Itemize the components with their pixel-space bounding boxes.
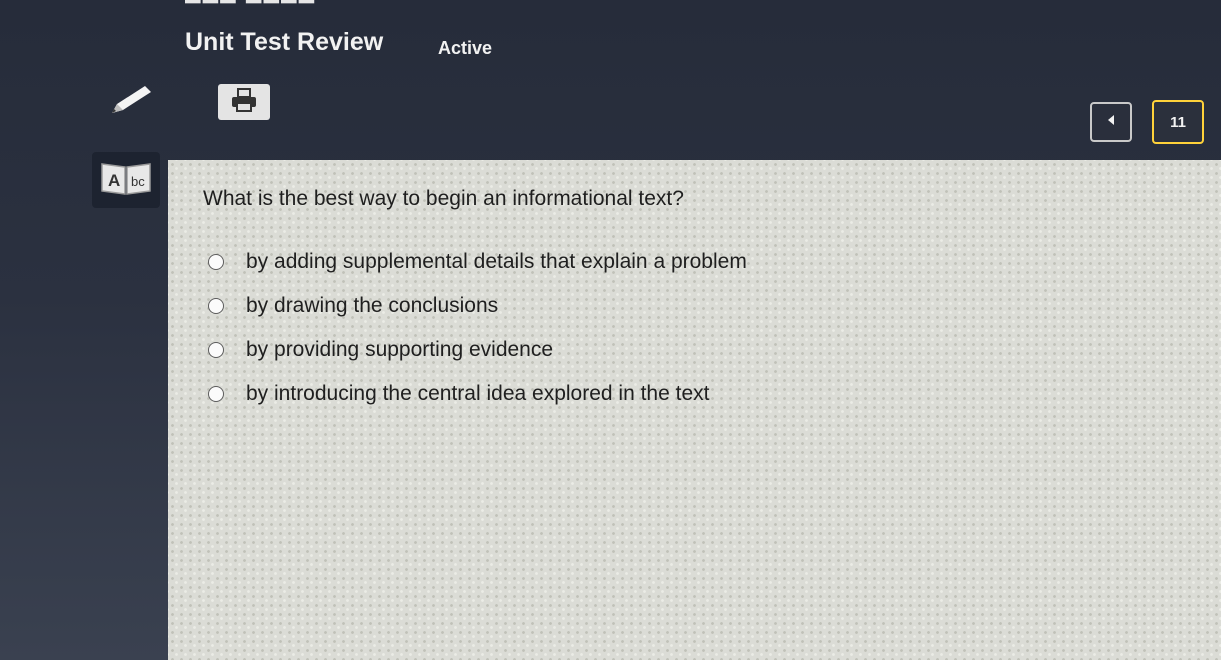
radio-button[interactable] bbox=[208, 254, 224, 270]
printer-icon bbox=[229, 87, 259, 118]
pencil-icon bbox=[105, 82, 157, 123]
reader-letter-lower: bc bbox=[131, 174, 145, 189]
choice-label: by adding supplemental details that expl… bbox=[246, 250, 747, 273]
answer-choice[interactable]: by drawing the conclusions bbox=[208, 284, 747, 328]
radio-button[interactable] bbox=[208, 386, 224, 402]
status-label: Active bbox=[438, 38, 493, 58]
question-number-button[interactable]: 11 bbox=[1152, 100, 1204, 144]
text-reader-button[interactable]: A bc bbox=[92, 152, 160, 208]
answer-choice[interactable]: by providing supporting evidence bbox=[208, 328, 747, 372]
choice-label: by providing supporting evidence bbox=[246, 338, 554, 361]
question-text: What is the best way to begin an informa… bbox=[203, 187, 684, 210]
choice-label: by introducing the central idea explored… bbox=[246, 382, 710, 405]
answer-choice[interactable]: by adding supplemental details that expl… bbox=[208, 240, 747, 284]
choice-label: by drawing the conclusions bbox=[246, 294, 499, 317]
reader-letter-upper: A bbox=[108, 171, 120, 190]
text-reader-icon: A bc bbox=[98, 158, 154, 203]
question-panel: What is the best way to begin an informa… bbox=[168, 160, 1221, 660]
answer-choices: by adding supplemental details that expl… bbox=[208, 240, 747, 416]
cropped-heading: ▀▀▀ ▀▀▀▀ bbox=[185, 0, 365, 6]
radio-button[interactable] bbox=[208, 342, 224, 358]
print-button[interactable] bbox=[218, 84, 270, 120]
radio-button[interactable] bbox=[208, 298, 224, 314]
page-title: Unit Test Review bbox=[185, 28, 384, 56]
answer-choice[interactable]: by introducing the central idea explored… bbox=[208, 372, 747, 416]
caret-left-icon bbox=[1106, 113, 1116, 131]
pencil-button[interactable] bbox=[105, 84, 157, 120]
previous-question-button[interactable] bbox=[1090, 102, 1132, 142]
